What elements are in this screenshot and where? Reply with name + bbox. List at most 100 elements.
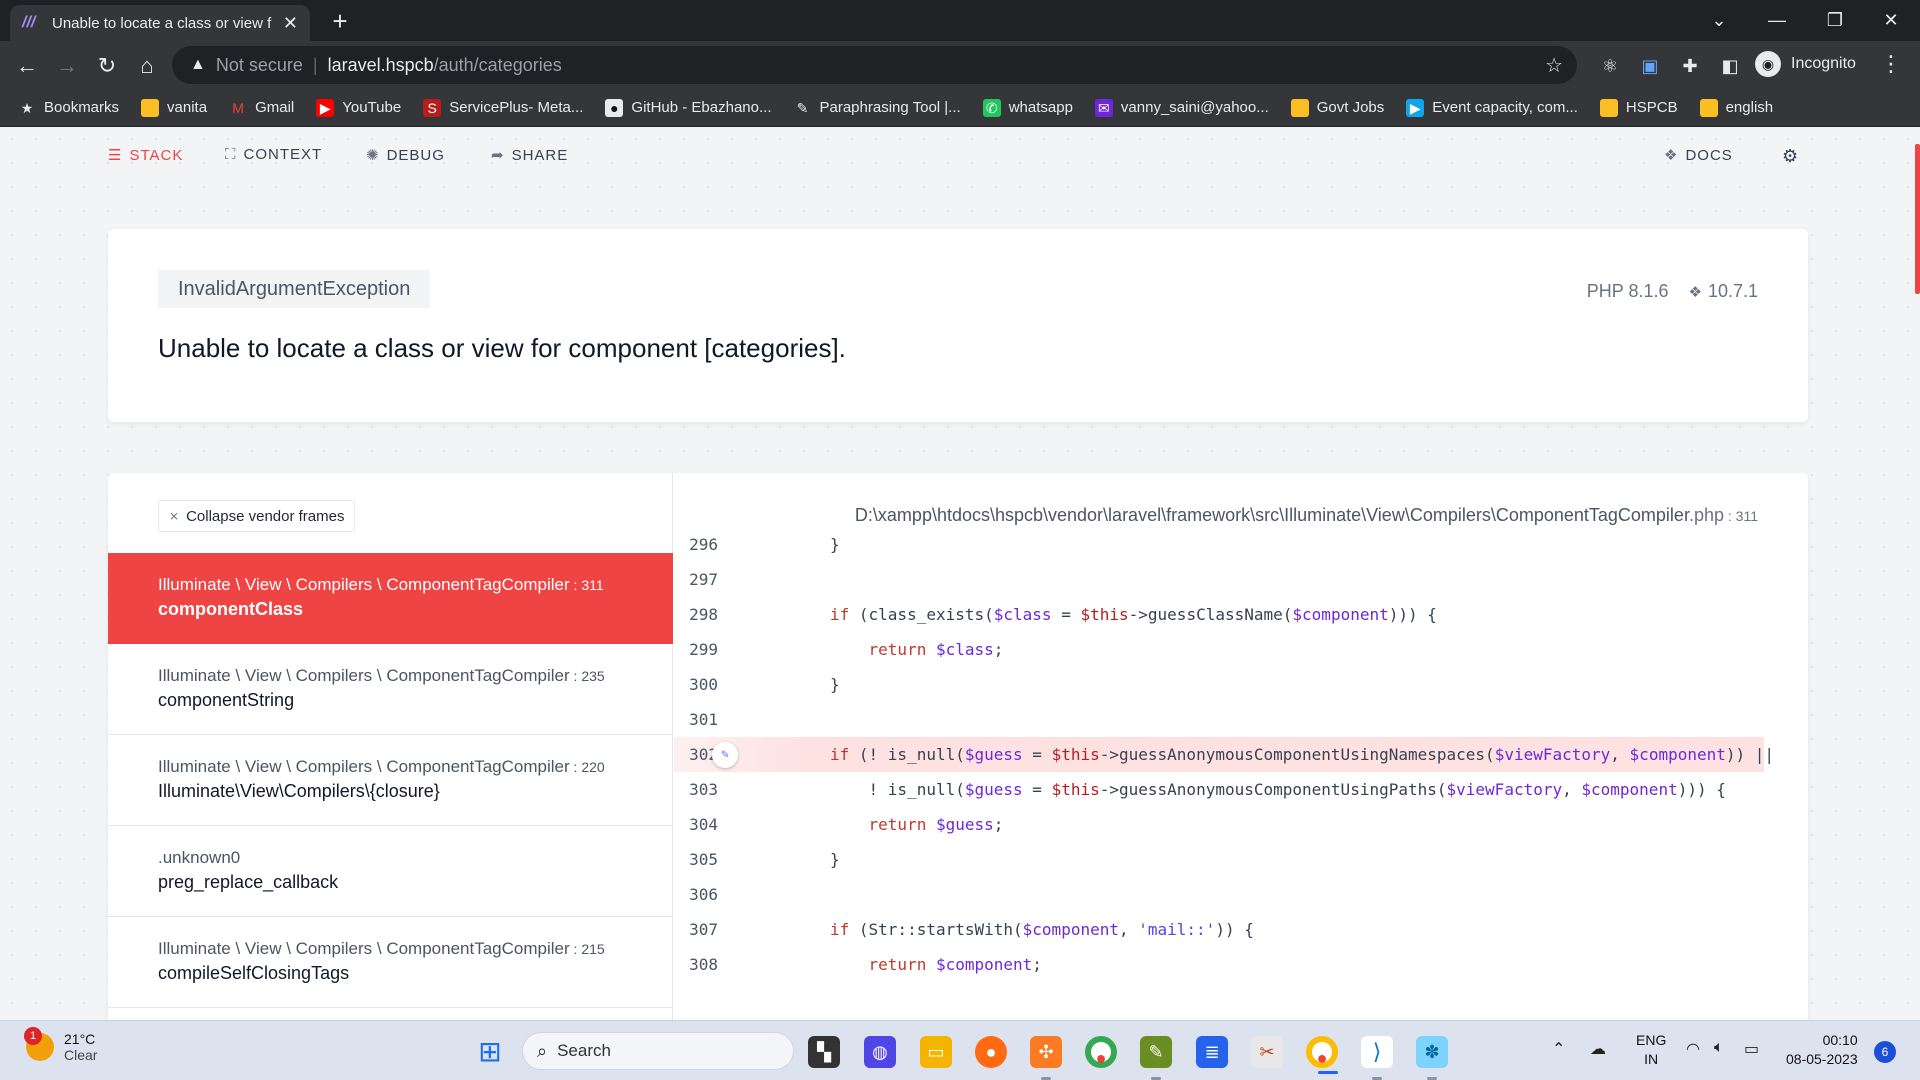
stack-frame[interactable]: .unknown0 preg_replace_callback: [108, 826, 673, 917]
wifi-icon[interactable]: ◠: [1686, 1039, 1700, 1059]
bookmark-item[interactable]: ✎ Paraphrasing Tool |...: [793, 99, 961, 117]
new-tab-button[interactable]: +: [325, 6, 355, 36]
bookmark-item[interactable]: ▶ YouTube: [316, 98, 401, 117]
not-secure-label[interactable]: Not secure: [216, 55, 303, 76]
notepad-icon[interactable]: ≣: [1196, 1036, 1228, 1068]
bookmark-item[interactable]: ★ Bookmarks: [18, 99, 119, 117]
back-icon[interactable]: ←: [12, 51, 42, 81]
extension-icon[interactable]: ▣: [1637, 53, 1663, 79]
code-text: ! is_null($guess = $this->guessAnonymous…: [830, 780, 1726, 799]
bookmark-item[interactable]: ▶ Event capacity, com...: [1406, 98, 1578, 117]
url-path[interactable]: /auth/categories: [434, 55, 562, 76]
battery-icon[interactable]: ▭: [1744, 1039, 1759, 1059]
side-panel-icon[interactable]: ◧: [1717, 53, 1743, 79]
bookmark-item[interactable]: ✉ vanny_saini@yahoo...: [1094, 98, 1269, 117]
bookmark-item[interactable]: S ServicePlus- Meta...: [423, 98, 583, 117]
tab-search-icon[interactable]: ⌄: [1690, 0, 1748, 41]
bookmark-item[interactable]: HSPCB: [1599, 98, 1678, 117]
bookmark-item[interactable]: english: [1699, 98, 1773, 117]
vscode-icon[interactable]: ⟩: [1361, 1036, 1393, 1080]
windows-start-icon[interactable]: ⊞: [474, 1036, 506, 1068]
file-explorer-icon[interactable]: ▭: [920, 1036, 952, 1068]
ignition-nav: ☰ STACK ⛶ CONTEXT ✺ DEBUG ➦ SHARE ❖ DOCS…: [0, 127, 1915, 183]
home-icon[interactable]: ⌂: [132, 51, 162, 81]
taskbar-search[interactable]: ⌕ Search: [522, 1032, 794, 1070]
onedrive-icon[interactable]: ☁: [1590, 1039, 1606, 1059]
code-line: 308 return $component;: [674, 947, 1764, 982]
weather-sun-icon: 1: [24, 1027, 54, 1061]
volume-icon[interactable]: 🔈︎: [1714, 1039, 1724, 1057]
collapse-vendor-frames-button[interactable]: ⨯ Collapse vendor frames: [158, 500, 356, 532]
task-view-icon[interactable]: ▚: [808, 1036, 840, 1068]
misc-app-icon[interactable]: ✽: [1416, 1036, 1448, 1080]
snipping-tool-icon[interactable]: ✂: [1251, 1036, 1283, 1068]
bookmark-label: GitHub - Ebazhano...: [631, 99, 772, 116]
bookmark-star-icon[interactable]: ☆: [1545, 53, 1563, 78]
nav-debug[interactable]: ✺ DEBUG: [366, 146, 445, 165]
forward-icon[interactable]: →: [52, 51, 82, 81]
stack-frame[interactable]: Illuminate \ View \ Compilers \ Componen…: [108, 917, 673, 1008]
extensions-puzzle-icon[interactable]: ✚: [1677, 53, 1703, 79]
stack-frame[interactable]: Illuminate \ View \ Compilers \ Componen…: [108, 735, 673, 826]
nav-stack[interactable]: ☰ STACK: [108, 146, 183, 165]
teams-chat-icon[interactable]: ◍: [864, 1036, 896, 1068]
menu-kebab-icon[interactable]: ⋮: [1880, 51, 1902, 77]
address-bar[interactable]: ▲ Not secure | laravel.hspcb/auth/catego…: [172, 46, 1577, 84]
xampp-icon[interactable]: ✣: [1030, 1036, 1062, 1080]
browser-tab-strip: /// Unable to locate a class or view f ✕…: [0, 0, 1920, 41]
stack-frame[interactable]: Illuminate \ View \ Compilers \ Componen…: [108, 553, 673, 644]
bookmark-label: Paraphrasing Tool |...: [819, 99, 961, 116]
stack-trace-card: ⨯ Collapse vendor frames Illuminate \ Vi…: [108, 473, 1808, 1020]
code-line: 304 return $guess;: [674, 807, 1764, 842]
bookmark-item[interactable]: ● GitHub - Ebazhano...: [605, 98, 772, 117]
scrollbar-thumb[interactable]: [1915, 144, 1920, 294]
frame-class: Illuminate \ View \ Compilers \ Componen…: [158, 757, 605, 776]
stack-frame[interactable]: Illuminate \ View \ Compilers \ Componen…: [108, 644, 673, 735]
settings-gear-icon[interactable]: ⚙: [1782, 146, 1799, 167]
tray-overflow-icon[interactable]: ⌃: [1552, 1039, 1565, 1059]
code-text: if (Str::startsWith($component, 'mail::'…: [830, 920, 1254, 939]
edit-pencil-icon[interactable]: ✎: [712, 741, 738, 768]
language-indicator[interactable]: ENG IN: [1636, 1031, 1666, 1069]
chrome-icon[interactable]: ●: [1085, 1036, 1117, 1068]
react-devtools-icon[interactable]: ⚛: [1597, 53, 1623, 79]
code-text: return $component;: [868, 955, 1042, 974]
notification-badge[interactable]: 6: [1874, 1041, 1896, 1063]
warning-triangle-icon[interactable]: ▲: [190, 56, 206, 74]
temperature: 21°C: [64, 1031, 96, 1047]
line-number: 298: [689, 605, 718, 624]
file-path[interactable]: D:\xampp\htdocs\hspcb\vendor\laravel\fra…: [855, 505, 1758, 526]
bookmark-item[interactable]: ✆ whatsapp: [982, 98, 1073, 117]
browser-toolbar: ← → ↻ ⌂ ▲ Not secure | laravel.hspcb/aut…: [0, 41, 1920, 89]
bookmark-item[interactable]: M Gmail: [229, 99, 294, 117]
bookmark-item[interactable]: vanita: [141, 98, 207, 117]
chrome-incognito-icon[interactable]: ●: [1306, 1036, 1338, 1074]
notepad-plus-icon[interactable]: ✎: [1140, 1036, 1172, 1080]
restore-button[interactable]: ❐: [1806, 0, 1864, 41]
weather-widget[interactable]: 1 21°C Clear: [24, 1027, 97, 1063]
bookmark-item[interactable]: Govt Jobs: [1290, 98, 1384, 117]
exception-class: InvalidArgumentException: [158, 270, 431, 308]
frame-class: Illuminate \ View \ Compilers \ Componen…: [158, 575, 604, 594]
laravel-version: 10.7.1: [1707, 281, 1758, 301]
nav-share[interactable]: ➦ SHARE: [491, 146, 568, 165]
minimize-button[interactable]: —: [1748, 0, 1806, 41]
url-host[interactable]: laravel.hspcb: [328, 55, 434, 76]
code-line: 303 ! is_null($guess = $this->guessAnony…: [674, 772, 1764, 807]
tab-close-icon[interactable]: ✕: [283, 13, 298, 34]
nav-context[interactable]: ⛶ CONTEXT: [225, 146, 322, 163]
collapse-icon: ⨯: [169, 509, 180, 523]
code-text: }: [830, 535, 840, 554]
browser-tab[interactable]: /// Unable to locate a class or view f ✕: [10, 5, 310, 41]
reload-icon[interactable]: ↻: [92, 51, 122, 81]
incognito-profile[interactable]: ◉ Incognito: [1755, 51, 1856, 77]
clock[interactable]: 00:10 08-05-2023: [1786, 1031, 1858, 1069]
github-icon: ●: [605, 98, 624, 117]
code-text: }: [830, 675, 840, 694]
profile-label: Incognito: [1791, 55, 1856, 72]
expand-icon: ⛶: [225, 146, 237, 163]
nav-docs[interactable]: ❖ DOCS: [1664, 146, 1733, 165]
code-text: if (class_exists($class = $this->guessCl…: [830, 605, 1437, 624]
close-window-button[interactable]: ✕: [1862, 0, 1920, 41]
firefox-icon[interactable]: ●: [975, 1036, 1007, 1068]
